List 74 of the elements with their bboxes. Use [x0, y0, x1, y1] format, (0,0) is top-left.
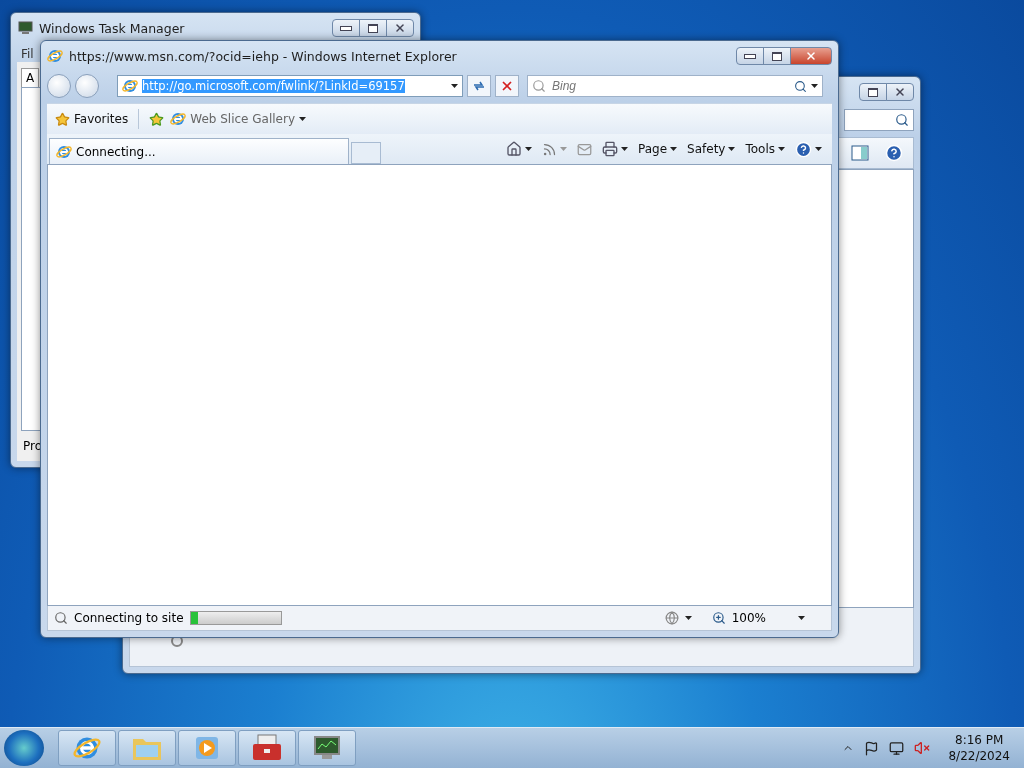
search-icon — [532, 79, 546, 93]
search-field[interactable]: Bing — [527, 75, 823, 97]
close-icon — [894, 86, 906, 98]
preview-pane-icon[interactable] — [851, 145, 869, 161]
browser-logo-icon — [56, 143, 72, 160]
favorites-button[interactable]: Favorites — [55, 111, 129, 127]
maximize-button[interactable] — [763, 47, 791, 65]
globe-icon[interactable] — [664, 611, 679, 625]
help-icon[interactable] — [885, 144, 903, 162]
zoom-icon[interactable] — [711, 611, 726, 625]
speaker-muted-icon[interactable] — [914, 740, 931, 756]
caret-icon — [525, 147, 532, 151]
window-title: https://www.msn.com/?ocid=iehp - Windows Internet Explorer — [69, 48, 458, 64]
caret-icon — [728, 147, 736, 151]
taskbar-button[interactable] — [298, 730, 356, 766]
star-icon — [55, 111, 70, 127]
command-menu[interactable]: Tools — [745, 142, 785, 156]
refresh-icon — [472, 80, 486, 92]
caret-icon — [815, 147, 822, 151]
search-icon — [54, 611, 68, 625]
close-button[interactable] — [886, 83, 914, 101]
address-text: http://go.microsoft.com/fwlink/?LinkId=69157 — [142, 79, 405, 93]
stop-button[interactable] — [495, 75, 519, 97]
feed-icon[interactable] — [542, 141, 557, 157]
minimize-button[interactable] — [736, 47, 764, 65]
close-icon — [394, 22, 406, 34]
zoom-level[interactable]: 100% — [731, 611, 766, 625]
tab[interactable]: A — [21, 68, 40, 87]
browser-logo-icon — [47, 48, 63, 64]
close-button[interactable] — [386, 19, 414, 37]
caret-icon — [560, 147, 567, 151]
search-field[interactable] — [844, 109, 914, 131]
browser-logo-icon — [170, 111, 187, 127]
play-icon — [194, 735, 220, 761]
monitor-icon — [312, 735, 342, 761]
clock[interactable]: 8:16 PM 8/22/2024 — [948, 732, 1010, 764]
taskbar-button[interactable] — [58, 730, 116, 766]
close-icon — [805, 50, 817, 62]
search-input[interactable]: Bing — [550, 78, 790, 94]
caret-icon — [811, 84, 818, 88]
toolbox-icon — [252, 734, 282, 762]
add-favorite-icon[interactable] — [149, 111, 165, 127]
search-icon — [895, 113, 909, 127]
caret-icon — [451, 84, 458, 88]
browser-tab[interactable]: Connecting... — [49, 138, 349, 164]
task-manager-icon — [17, 21, 33, 35]
window-title: Windows Task Manager — [39, 20, 186, 36]
menu-item[interactable]: Fil — [17, 45, 38, 63]
caret-icon — [299, 117, 306, 121]
forward-button[interactable] — [75, 74, 99, 98]
web-slice-gallery-link[interactable]: Web Slice Gallery — [170, 111, 306, 127]
caret-icon — [798, 616, 805, 620]
command-menu[interactable]: Safety — [687, 142, 736, 156]
home-icon[interactable] — [506, 141, 522, 157]
mail-icon[interactable] — [577, 141, 592, 157]
back-button[interactable] — [47, 74, 71, 98]
caret-icon — [778, 147, 785, 151]
taskbar-button[interactable] — [238, 730, 296, 766]
start-button[interactable] — [4, 730, 44, 766]
help-icon[interactable] — [795, 140, 812, 158]
caret-icon — [684, 616, 692, 620]
caret-icon — [670, 147, 678, 151]
flag-icon[interactable] — [864, 740, 880, 756]
print-icon[interactable] — [602, 141, 618, 157]
maximize-button[interactable] — [359, 19, 387, 37]
minimize-button[interactable] — [332, 19, 360, 37]
maximize-button[interactable] — [859, 83, 887, 101]
status-text: Connecting to site — [74, 611, 184, 625]
browser-logo-icon — [122, 78, 138, 94]
refresh-button[interactable] — [467, 75, 491, 97]
search-icon[interactable] — [794, 79, 807, 93]
command-menu[interactable]: Page — [638, 142, 678, 156]
caret-icon — [621, 147, 628, 151]
stop-icon — [500, 79, 514, 93]
